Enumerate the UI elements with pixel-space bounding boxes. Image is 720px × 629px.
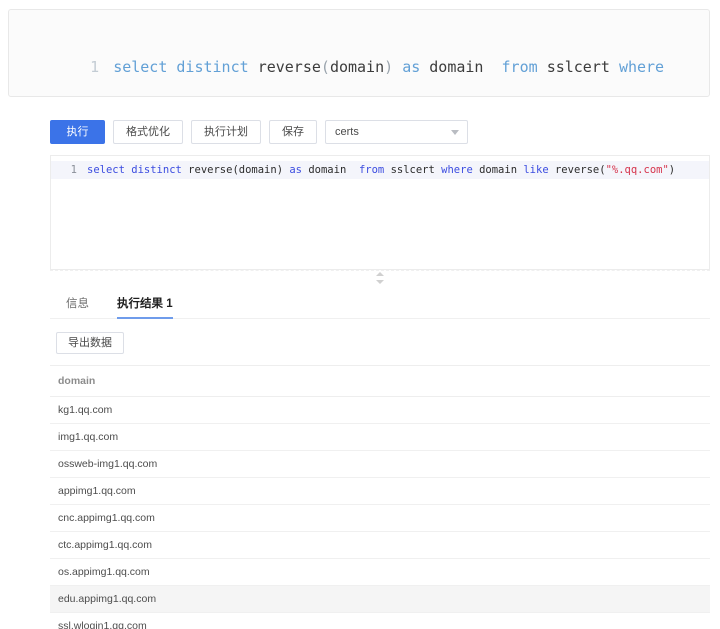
explain-plan-button[interactable]: 执行计划 <box>191 120 261 144</box>
cell-domain: kg1.qq.com <box>50 396 710 424</box>
cell-domain: ctc.appimg1.qq.com <box>50 531 710 559</box>
chevron-down-icon <box>451 130 459 135</box>
cell-domain: ossweb-img1.qq.com <box>50 450 710 478</box>
results-table: domain kg1.qq.com img1.qq.com ossweb-img1.… <box>50 365 710 629</box>
table-row[interactable]: ssl.wlogin1.qq.com <box>50 612 710 629</box>
sql-editor[interactable]: 1 select distinct reverse(domain) as doma… <box>50 155 710 270</box>
database-select-value: certs <box>335 126 359 138</box>
cell-domain: appimg1.qq.com <box>50 477 710 505</box>
table-row[interactable]: kg1.qq.com <box>50 396 710 424</box>
code-block-line-1: 1 select distinct reverse(domain) as doma… <box>23 24 695 96</box>
cell-domain: os.appimg1.qq.com <box>50 558 710 586</box>
table-row[interactable]: cnc.appimg1.qq.com <box>50 504 710 532</box>
code-block-line-1-tokens: select distinct reverse(domain) as domai… <box>113 58 665 76</box>
results-table-header-row: domain <box>50 365 710 397</box>
format-sql-button[interactable]: 格式优化 <box>113 120 183 144</box>
resize-arrow-down-icon <box>376 280 384 284</box>
tab-result-1[interactable]: 执行结果 1 <box>117 295 173 319</box>
editor-resize-bar[interactable] <box>50 270 710 288</box>
table-row[interactable]: ossweb-img1.qq.com <box>50 450 710 478</box>
sql-console-page: 1 select distinct reverse(domain) as doma… <box>0 0 720 629</box>
table-row[interactable]: img1.qq.com <box>50 423 710 451</box>
table-row[interactable]: appimg1.qq.com <box>50 477 710 505</box>
sql-code-block: 1 select distinct reverse(domain) as doma… <box>8 9 710 97</box>
database-select[interactable]: certs <box>325 120 468 144</box>
sql-editor-line-number: 1 <box>70 164 77 176</box>
table-row[interactable]: os.appimg1.qq.com <box>50 558 710 586</box>
cell-domain: ssl.wlogin1.qq.com <box>50 612 710 629</box>
editor-toolbar: 执行 格式优化 执行计划 保存 certs <box>50 120 710 144</box>
cell-domain: edu.appimg1.qq.com <box>50 585 710 613</box>
execute-button[interactable]: 执行 <box>50 120 105 144</box>
export-data-button[interactable]: 导出数据 <box>56 332 124 354</box>
resize-vertical-icon[interactable] <box>371 271 389 287</box>
column-header-domain[interactable]: domain <box>50 365 710 397</box>
results-table-head: domain <box>50 365 710 397</box>
result-tabs: 信息 执行结果 1 <box>50 288 710 319</box>
results-table-body: kg1.qq.com img1.qq.com ossweb-img1.qq.com a… <box>50 396 710 629</box>
save-button[interactable]: 保存 <box>269 120 317 144</box>
tab-info[interactable]: 信息 <box>66 295 89 318</box>
result-actions: 导出数据 <box>50 319 710 365</box>
cell-domain: img1.qq.com <box>50 423 710 451</box>
resize-arrow-up-icon <box>376 272 384 276</box>
sql-console: 执行 格式优化 执行计划 保存 certs 1 select distinct r… <box>50 120 710 629</box>
table-row[interactable]: ctc.appimg1.qq.com <box>50 531 710 559</box>
code-block-line-number: 1 <box>90 58 100 76</box>
cell-domain: cnc.appimg1.qq.com <box>50 504 710 532</box>
table-row[interactable]: edu.appimg1.qq.com <box>50 585 710 613</box>
sql-editor-code: select distinct reverse(domain) as domai… <box>87 164 676 176</box>
sql-editor-line-1[interactable]: 1 select distinct reverse(domain) as doma… <box>51 161 709 179</box>
